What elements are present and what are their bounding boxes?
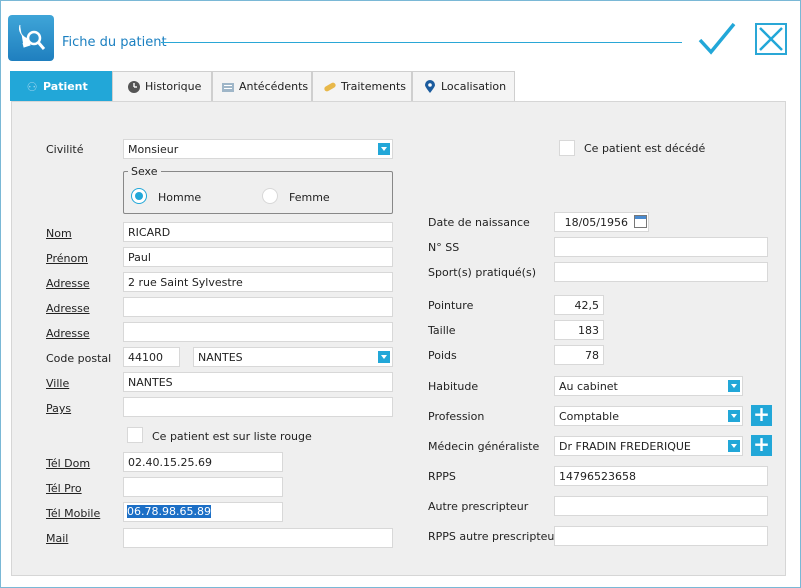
tab-label: Traitements xyxy=(341,80,407,93)
civilite-label: Civilité xyxy=(46,143,84,156)
commune-value: NANTES xyxy=(198,351,243,364)
femme-label: Femme xyxy=(289,191,330,204)
decede-label: Ce patient est décédé xyxy=(584,142,706,155)
selected-text: 06.78.98.65.89 xyxy=(127,505,211,518)
tel-dom-input[interactable]: 02.40.15.25.69 xyxy=(123,452,283,472)
add-profession-button[interactable]: + xyxy=(751,404,772,426)
checkmark-icon xyxy=(698,22,736,55)
close-icon xyxy=(759,27,783,51)
people-icon: ⚇ xyxy=(26,79,38,94)
liste-rouge-label: Ce patient est sur liste rouge xyxy=(152,430,312,443)
liste-rouge-checkbox[interactable] xyxy=(127,427,143,443)
adresse2-label: Adresse xyxy=(46,302,90,315)
nom-input[interactable]: RICARD xyxy=(123,222,393,242)
adresse3-label: Adresse xyxy=(46,327,90,340)
rpps-label: RPPS xyxy=(428,470,456,483)
title-divider xyxy=(161,42,682,43)
nom-label: Nom xyxy=(46,227,72,240)
tab-label: Historique xyxy=(145,80,202,93)
tel-mobile-label: Tél Mobile xyxy=(46,507,101,520)
map-pin-icon xyxy=(423,79,437,94)
autre-prescripteur-label: Autre prescripteur xyxy=(428,500,529,513)
tel-mobile-input[interactable]: 06.78.98.65.89 xyxy=(123,502,283,522)
radio-femme[interactable] xyxy=(262,188,278,204)
poids-input[interactable]: 78 xyxy=(554,345,604,365)
poids-label: Poids xyxy=(428,349,457,362)
tab-label: Antécédents xyxy=(239,80,309,93)
commune-select[interactable]: NANTES xyxy=(193,347,393,367)
mail-input[interactable] xyxy=(123,528,393,548)
ville-label: Ville xyxy=(46,377,70,390)
habitude-label: Habitude xyxy=(428,380,479,393)
clock-icon xyxy=(127,80,141,94)
pill-icon xyxy=(323,80,337,94)
taille-input[interactable]: 183 xyxy=(554,320,604,340)
ss-input[interactable] xyxy=(554,237,768,257)
sexe-legend: Sexe xyxy=(128,165,161,178)
profession-label: Profession xyxy=(428,410,485,423)
app-logo xyxy=(8,15,54,61)
code-postal-input[interactable]: 44100 xyxy=(123,347,180,367)
decede-checkbox[interactable] xyxy=(559,140,575,156)
habitude-select[interactable]: Au cabinet xyxy=(554,376,743,396)
tab-historique[interactable]: Historique xyxy=(112,71,212,101)
validate-button[interactable] xyxy=(697,20,737,60)
naissance-label: Date de naissance xyxy=(428,216,530,229)
habitude-value: Au cabinet xyxy=(559,380,618,393)
homme-label: Homme xyxy=(158,191,202,204)
magnifier-foot-icon xyxy=(19,24,46,50)
pays-input[interactable] xyxy=(123,397,393,417)
tab-traitements[interactable]: Traitements xyxy=(312,71,412,101)
sport-label: Sport(s) pratiqué(s) xyxy=(428,266,536,279)
taille-label: Taille xyxy=(428,324,456,337)
medecin-value: Dr FRADIN FREDERIQUE xyxy=(559,440,691,453)
adresse2-input[interactable] xyxy=(123,297,393,317)
medecin-select[interactable]: Dr FRADIN FREDERIQUE xyxy=(554,436,743,456)
pays-label: Pays xyxy=(46,402,72,415)
adresse1-input[interactable]: 2 rue Saint Sylvestre xyxy=(123,272,393,292)
prenom-input[interactable]: Paul xyxy=(123,247,393,267)
window-title: Fiche du patient xyxy=(62,35,167,50)
pointure-input[interactable]: 42,5 xyxy=(554,295,604,315)
tab-label: Patient xyxy=(43,80,88,93)
chevron-down-icon[interactable] xyxy=(728,410,740,422)
rpps-autre-input[interactable] xyxy=(554,526,768,546)
naissance-value: 18/05/1956 xyxy=(564,216,628,229)
radio-homme[interactable] xyxy=(131,188,147,204)
rpps-autre-label: RPPS autre prescripteur xyxy=(428,530,559,543)
medecin-label: Médecin généraliste xyxy=(428,440,540,453)
civilite-select[interactable]: Monsieur xyxy=(123,139,393,159)
tel-pro-label: Tél Pro xyxy=(46,482,82,495)
tab-label: Localisation xyxy=(441,80,507,93)
chevron-down-icon[interactable] xyxy=(378,351,390,363)
adresse1-label: Adresse xyxy=(46,277,90,290)
calendar-icon[interactable] xyxy=(634,215,647,228)
rpps-input[interactable]: 14796523658 xyxy=(554,466,768,486)
tab-antecedents[interactable]: Antécédents xyxy=(212,71,312,101)
patient-window: Fiche du patient ⚇ Patient Historique An… xyxy=(0,0,801,588)
tel-pro-input[interactable] xyxy=(123,477,283,497)
folder-icon xyxy=(221,80,235,94)
tel-dom-label: Tél Dom xyxy=(46,457,91,470)
chevron-down-icon[interactable] xyxy=(728,440,740,452)
tab-localisation[interactable]: Localisation xyxy=(412,71,515,101)
profession-value: Comptable xyxy=(559,410,619,423)
ville-input[interactable]: NANTES xyxy=(123,372,393,392)
sport-input[interactable] xyxy=(554,262,768,282)
close-button[interactable] xyxy=(755,23,787,55)
profession-select[interactable]: Comptable xyxy=(554,406,743,426)
tab-patient[interactable]: ⚇ Patient xyxy=(10,71,112,101)
pointure-label: Pointure xyxy=(428,299,474,312)
ss-label: N° SS xyxy=(428,241,460,254)
prenom-label: Prénom xyxy=(46,252,88,265)
adresse3-input[interactable] xyxy=(123,322,393,342)
autre-prescripteur-input[interactable] xyxy=(554,496,768,516)
mail-label: Mail xyxy=(46,532,69,545)
code-postal-label: Code postal xyxy=(46,352,112,365)
add-medecin-button[interactable]: + xyxy=(751,434,772,456)
chevron-down-icon[interactable] xyxy=(728,380,740,392)
civilite-value: Monsieur xyxy=(128,143,179,156)
chevron-down-icon[interactable] xyxy=(378,143,390,155)
